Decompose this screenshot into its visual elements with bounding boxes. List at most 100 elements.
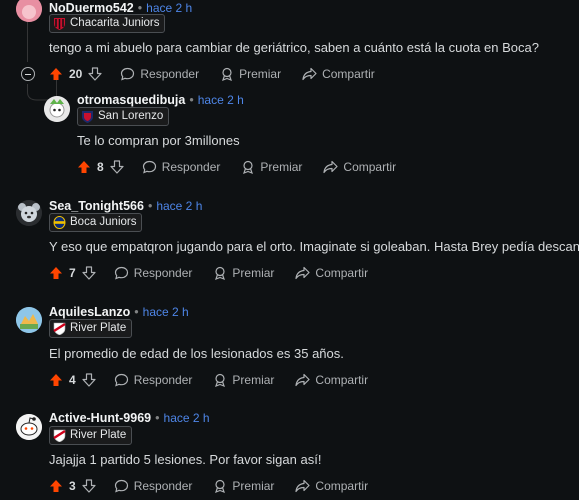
river-plate-crest-icon [53,429,66,442]
share-button[interactable]: Compartir [295,266,368,280]
share-button[interactable]: Compartir [302,67,375,81]
award-label: Premiar [232,266,275,280]
flair-label: Boca Juniors [70,216,137,228]
comment-actions: 7 Responder Premiar Compartir [49,263,389,283]
award-icon [215,479,226,493]
reply-label: Responder [161,160,221,174]
comment-header: Sea_Tonight566 • hace 2 h [49,199,203,213]
avatar-icon [16,0,42,22]
vote-count: 7 [69,266,76,280]
share-label: Compartir [315,373,369,387]
comment-header: otromasquedibuja • hace 2 h [77,93,244,107]
vote-count: 20 [69,67,83,81]
share-icon [302,67,317,81]
comment-bubble-icon [114,266,128,280]
upvote-icon[interactable] [49,67,63,81]
reply-button[interactable]: Responder [114,266,193,280]
comment-actions: 20 Responder Premiar Compartir [49,64,396,84]
downvote-icon[interactable] [88,67,102,81]
flair-label: Chacarita Juniors [70,17,160,29]
timestamp[interactable]: hace 2 h [143,305,189,319]
upvote-icon[interactable] [77,160,91,174]
avatar-icon [16,414,42,440]
timestamp[interactable]: hace 2 h [164,411,210,425]
username[interactable]: AquilesLanzo [49,305,130,319]
timestamp[interactable]: hace 2 h [146,1,192,15]
reply-button[interactable]: Responder [142,160,221,174]
user-flair: Chacarita Juniors [49,14,166,33]
award-label: Premiar [232,479,275,493]
comment-text: El promedio de edad de los lesionados es… [49,346,344,361]
vote-count: 3 [69,479,76,493]
comment-bubble-icon [114,479,128,493]
upvote-icon[interactable] [49,373,63,387]
share-label: Compartir [322,67,375,81]
reply-label: Responder [133,373,193,387]
award-label: Premiar [239,67,282,81]
award-button[interactable]: Premiar [220,67,281,81]
upvote-icon[interactable] [49,266,63,280]
share-icon [295,479,311,493]
reply-label: Responder [140,67,200,81]
downvote-icon[interactable] [110,160,124,174]
reply-button[interactable]: Responder [120,67,199,81]
comment-text: tengo a mi abuelo para cambiar de geriát… [49,40,539,55]
upvote-icon[interactable] [49,479,63,493]
reply-button[interactable]: Responder [114,373,193,387]
comment-header: NoDuermo542 • hace 2 h [49,1,193,15]
award-icon [215,373,226,387]
avatar[interactable] [16,307,42,333]
user-flair: San Lorenzo [77,107,170,126]
avatar[interactable] [16,200,42,226]
username[interactable]: Active-Hunt-9969 [49,411,151,425]
san-lorenzo-crest-icon [82,111,93,123]
reply-label: Responder [133,479,193,493]
avatar-icon [16,307,42,333]
vote-count: 4 [69,373,76,387]
award-button[interactable]: Premiar [241,160,302,174]
comment-header: Active-Hunt-9969 • hace 2 h [49,411,210,425]
downvote-icon[interactable] [82,373,96,387]
award-button[interactable]: Premiar [213,266,274,280]
comment-actions: 4 Responder Premiar Compartir [49,370,389,390]
award-button[interactable]: Premiar [213,479,274,493]
share-icon [323,160,339,174]
comment-text: Jajajja 1 partido 5 lesiones. Por favor … [49,452,322,467]
comment-text: Y eso que empatqron jugando para el orto… [49,239,579,254]
share-icon [295,266,311,280]
comment-bubble-icon [114,373,128,387]
river-plate-crest-icon [53,322,66,335]
share-label: Compartir [315,479,369,493]
share-button[interactable]: Compartir [295,479,368,493]
avatar-icon [44,96,70,122]
user-flair: River Plate [49,319,133,338]
award-label: Premiar [232,373,275,387]
comment-actions: 8 Responder Premiar Compartir [77,157,417,177]
comment-actions: 3 Responder Premiar Compartir [49,476,389,496]
avatar[interactable] [16,414,42,440]
username[interactable]: NoDuermo542 [49,1,134,15]
username[interactable]: Sea_Tonight566 [49,199,144,213]
avatar[interactable] [16,0,42,22]
reply-button[interactable]: Responder [114,479,193,493]
comment-text: Te lo compran por 3millones [77,133,240,148]
timestamp[interactable]: hace 2 h [156,199,202,213]
boca-juniors-crest-icon [53,216,66,229]
award-button[interactable]: Premiar [213,373,274,387]
downvote-icon[interactable] [82,479,96,493]
reply-label: Responder [133,266,193,280]
share-label: Compartir [315,266,369,280]
collapse-thread-button[interactable] [21,67,35,81]
avatar[interactable] [44,96,70,122]
flair-label: San Lorenzo [98,110,164,122]
downvote-icon[interactable] [82,266,96,280]
share-button[interactable]: Compartir [295,373,368,387]
share-button[interactable]: Compartir [323,160,396,174]
award-icon [215,266,226,280]
flair-label: River Plate [70,429,127,441]
vote-count: 8 [97,160,104,174]
username[interactable]: otromasquedibuja [77,93,185,107]
award-icon [222,67,233,81]
comment-bubble-icon [142,160,156,174]
timestamp[interactable]: hace 2 h [198,93,244,107]
